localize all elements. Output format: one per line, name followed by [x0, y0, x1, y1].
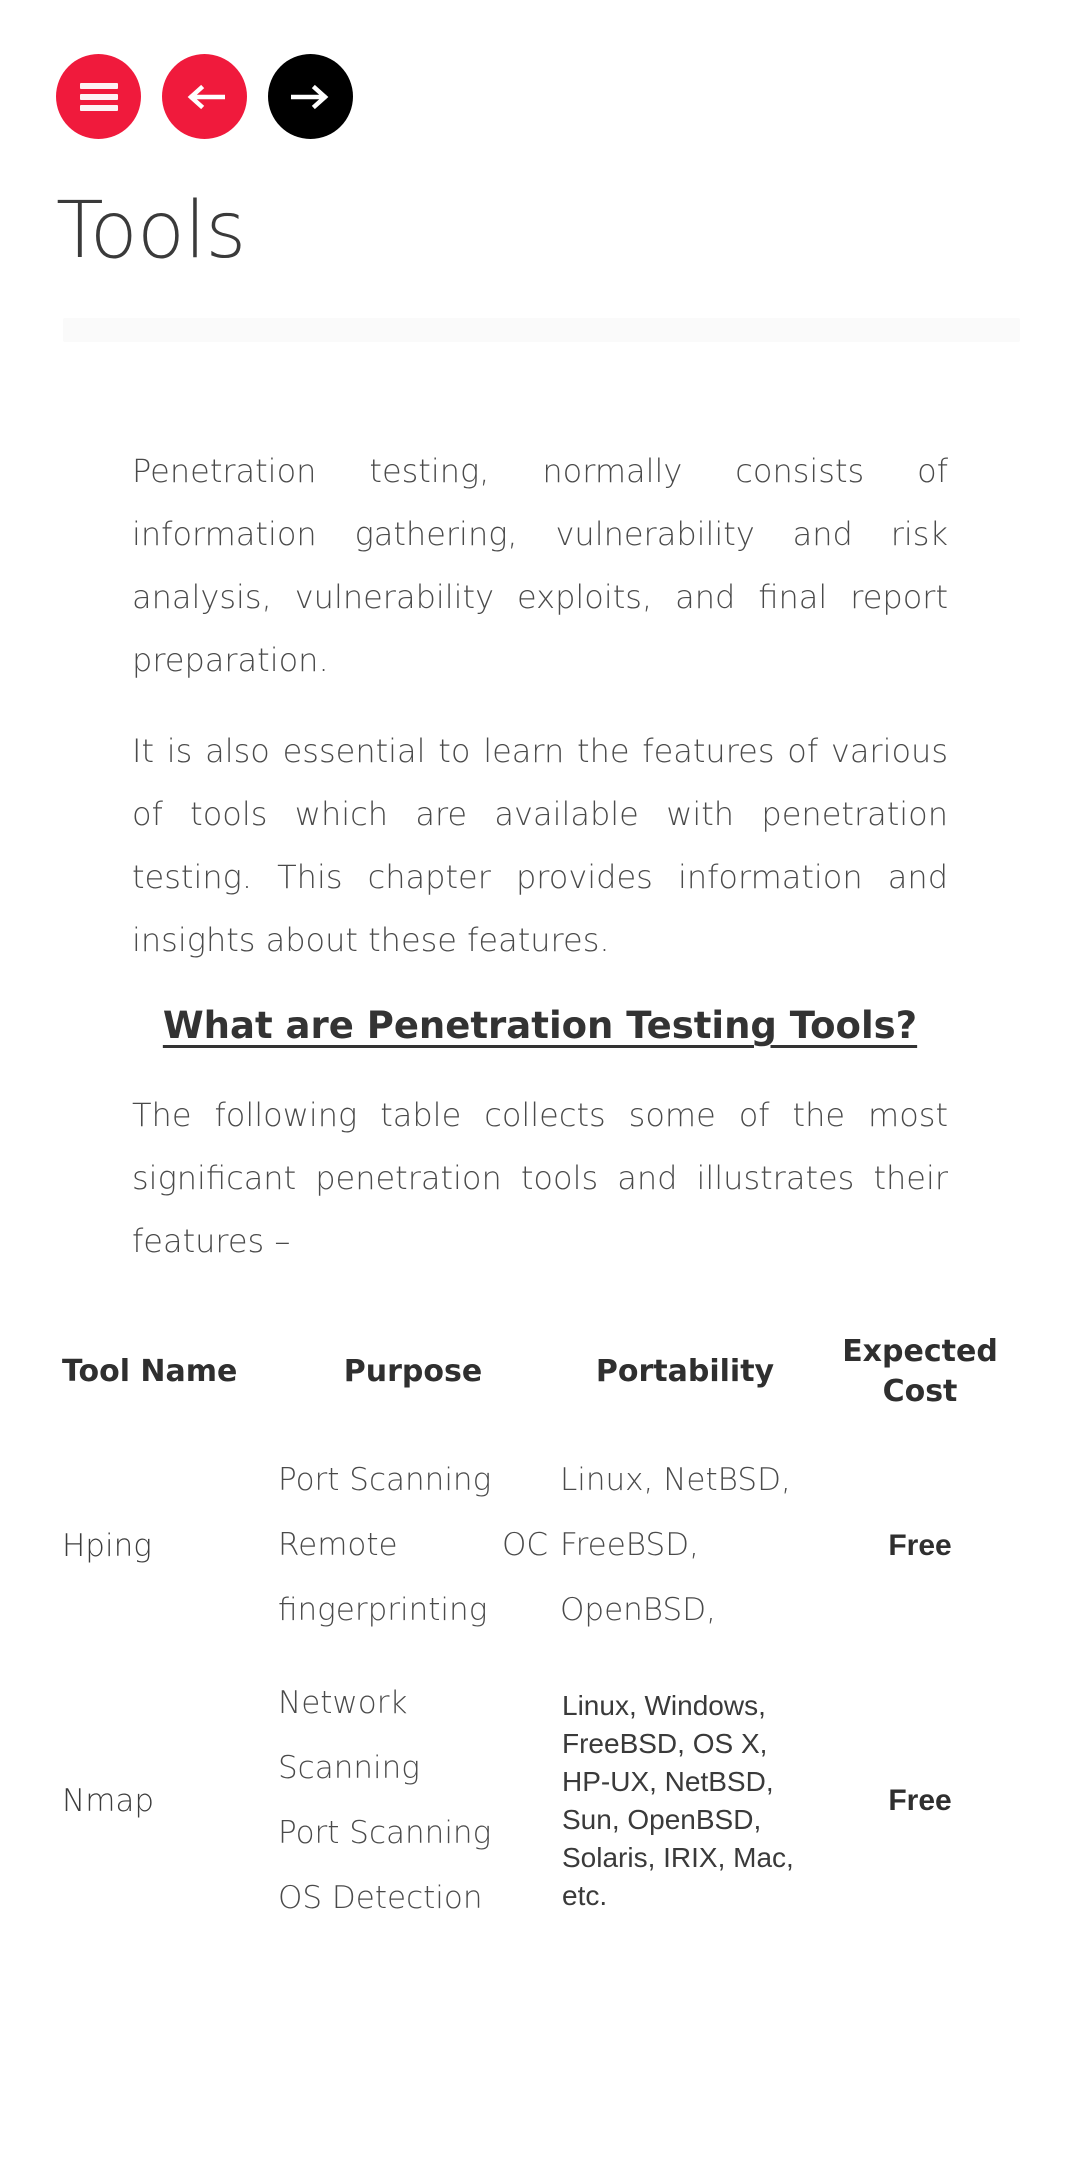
table-header-row: Tool Name Purpose Portability Expected C… [56, 1318, 1024, 1434]
menu-button[interactable] [56, 54, 141, 139]
column-header-tool-name: Tool Name [62, 1354, 238, 1389]
cell-tool-name: Nmap [62, 1783, 155, 1819]
page-title: Tools [56, 186, 246, 276]
cell-purpose: Port Scanning Remote OC fingerprinting [272, 1434, 554, 1657]
cell-portability: Linux, Windows, FreeBSD, OS X, HP-UX, Ne… [562, 1690, 794, 1911]
cell-purpose: Network Scanning Port Scanning OS Detect… [272, 1657, 554, 1945]
arrow-left-icon [187, 84, 225, 109]
cell-portability: Linux, NetBSD, FreeBSD, OpenBSD, [554, 1434, 816, 1657]
portability-item: OpenBSD, [560, 1592, 716, 1628]
table-body: Hping Port Scanning Remote OC fingerprin… [56, 1434, 1024, 1945]
table-head: Tool Name Purpose Portability Expected C… [56, 1318, 1024, 1434]
article-content: Penetration testing, normally consists o… [132, 440, 948, 1301]
tools-table-wrapper: Tool Name Purpose Portability Expected C… [56, 1318, 1024, 1945]
portability-item: FreeBSD, [560, 1527, 699, 1563]
table-row: Nmap Network Scanning Port Scanning OS D… [56, 1657, 1024, 1945]
section-heading: What are Penetration Testing Tools? [162, 1004, 918, 1047]
tools-table: Tool Name Purpose Portability Expected C… [56, 1318, 1024, 1945]
paragraph-table-intro: The following table collects some of the… [132, 1096, 948, 1260]
purpose-item: Port Scanning [278, 1462, 492, 1498]
cell-expected-cost: Free [888, 1784, 952, 1817]
previous-page-button[interactable] [162, 54, 247, 139]
purpose-item: Port Scanning [278, 1815, 492, 1851]
paragraph-intro-1: Penetration testing, normally consists o… [132, 452, 948, 679]
cell-tool-name: Hping [62, 1527, 152, 1564]
page-root: Tools Penetration testing, normally cons… [0, 0, 1080, 2160]
portability-item: Linux, NetBSD, [560, 1462, 791, 1498]
column-header-purpose: Purpose [343, 1354, 483, 1389]
paragraph-intro-2: It is also essential to learn the featur… [132, 732, 948, 959]
purpose-item: Network Scanning [278, 1685, 420, 1786]
arrow-right-icon [290, 84, 328, 109]
hamburger-menu-icon [79, 82, 118, 111]
column-header-portability: Portability [595, 1354, 775, 1389]
cell-expected-cost: Free [888, 1528, 952, 1562]
table-row: Hping Port Scanning Remote OC fingerprin… [56, 1434, 1024, 1657]
purpose-item: OS Detection [278, 1880, 483, 1916]
purpose-item: Remote OC fingerprinting [278, 1527, 548, 1628]
top-nav-buttons [56, 54, 353, 139]
column-header-expected-cost: Expected Cost [842, 1334, 998, 1409]
next-page-button[interactable] [268, 54, 353, 139]
divider-bar [63, 318, 1020, 342]
